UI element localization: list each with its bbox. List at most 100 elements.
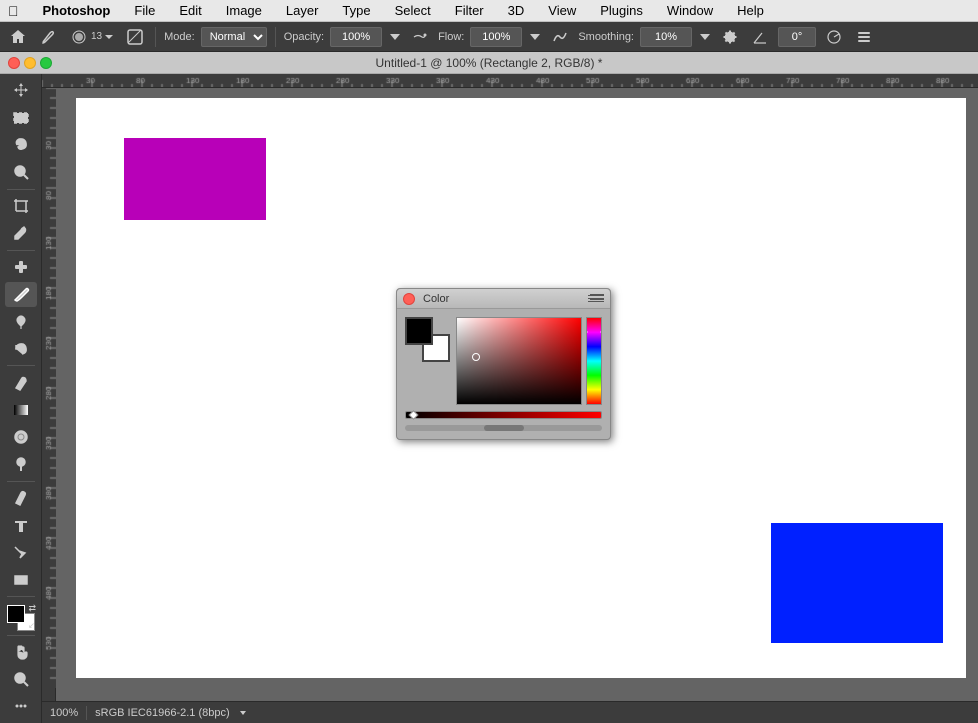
color-picker-cursor — [472, 353, 480, 361]
brush-dropdown-icon — [105, 33, 113, 41]
pen-tool[interactable] — [5, 486, 37, 511]
window-close-button[interactable] — [8, 57, 20, 69]
pressure-button[interactable] — [822, 27, 846, 47]
color-panel: Color — [396, 288, 611, 440]
eraser-tool[interactable] — [5, 370, 37, 395]
menu-filter[interactable]: Filter — [451, 1, 488, 20]
menu-edit[interactable]: Edit — [175, 1, 205, 20]
shape-tool[interactable] — [5, 567, 37, 592]
menu-bar:  Photoshop File Edit Image Layer Type S… — [0, 0, 978, 22]
angle-input[interactable] — [778, 27, 816, 47]
spectrum-left-arrow — [586, 328, 588, 336]
status-bar: 100% sRGB IEC61966-2.1 (8bpc) — [42, 701, 978, 723]
window-title: Untitled-1 @ 100% (Rectangle 2, RGB/8) * — [376, 56, 603, 70]
lasso-tool[interactable] — [5, 132, 37, 157]
menu-3d[interactable]: 3D — [504, 1, 529, 20]
reset-colors-icon[interactable]: ↙ — [27, 621, 37, 631]
type-tool[interactable] — [5, 513, 37, 538]
color-gradient[interactable] — [456, 317, 582, 405]
mode-label: Mode: — [164, 31, 195, 43]
zoom-level: 100% — [50, 707, 78, 719]
tool-separator-3 — [7, 365, 35, 366]
color-strip-handle[interactable] — [409, 410, 419, 420]
airbrush-button[interactable] — [408, 27, 432, 47]
color-selector[interactable]: ⇄ ↙ — [7, 605, 35, 630]
blur-tool[interactable] — [5, 425, 37, 450]
flow-input[interactable] — [470, 27, 522, 47]
fg-bg-area[interactable] — [405, 317, 450, 362]
horizontal-ruler — [42, 74, 978, 88]
options-bar: 13 Mode: Normal Opacity: Flow: Smoothing… — [0, 22, 978, 52]
window-maximize-button[interactable] — [40, 57, 52, 69]
eyedropper-tool[interactable] — [5, 221, 37, 246]
blue-rectangle — [771, 523, 943, 643]
color-panel-scrollbar[interactable] — [405, 425, 602, 431]
brush-tool[interactable] — [5, 282, 37, 307]
menu-select[interactable]: Select — [391, 1, 435, 20]
more-tools-button[interactable] — [5, 694, 37, 719]
settings-button[interactable] — [718, 27, 742, 47]
color-profile: sRGB IEC61966-2.1 (8bpc) — [95, 707, 230, 719]
color-panel-scrollbar-thumb[interactable] — [484, 425, 524, 431]
options-divider-1 — [155, 27, 156, 47]
window-minimize-button[interactable] — [24, 57, 36, 69]
gradient-tool[interactable] — [5, 397, 37, 422]
flow-label: Flow: — [438, 31, 464, 43]
home-button[interactable] — [6, 27, 30, 47]
hand-tool[interactable] — [5, 639, 37, 664]
foreground-color-swatch[interactable] — [7, 605, 25, 623]
color-panel-close-button[interactable] — [403, 293, 415, 305]
zoom-tool[interactable] — [5, 667, 37, 692]
switch-colors-icon[interactable]: ⇄ — [29, 603, 39, 613]
marquee-tool[interactable] — [5, 105, 37, 130]
menu-type[interactable]: Type — [338, 1, 374, 20]
spectrum-gradient — [587, 318, 601, 404]
smoothing-input[interactable] — [640, 27, 692, 47]
canvas-scroll[interactable]: Color — [56, 88, 978, 723]
opacity-input[interactable] — [330, 27, 382, 47]
path-select-tool[interactable] — [5, 540, 37, 565]
quick-select-tool[interactable] — [5, 159, 37, 184]
menu-file[interactable]: File — [130, 1, 159, 20]
mode-select[interactable]: Normal — [201, 27, 267, 47]
color-bottom-bar[interactable] — [405, 411, 602, 419]
opacity-label: Opacity: — [284, 31, 324, 43]
history-brush-tool[interactable] — [5, 336, 37, 361]
purple-rectangle — [124, 138, 266, 220]
tool-separator-2 — [7, 250, 35, 251]
foreground-color-box[interactable] — [405, 317, 433, 345]
move-tool[interactable] — [5, 78, 37, 103]
brush-shape-button[interactable] — [123, 27, 147, 47]
menu-image[interactable]: Image — [222, 1, 266, 20]
menu-photoshop[interactable]: Photoshop — [39, 1, 115, 20]
brush-tool-options-icon[interactable] — [36, 27, 60, 47]
dodge-tool[interactable] — [5, 452, 37, 477]
crop-tool[interactable] — [5, 194, 37, 219]
extra-options-button[interactable] — [852, 27, 876, 47]
menu-window[interactable]: Window — [663, 1, 717, 20]
tool-separator-4 — [7, 481, 35, 482]
color-panel-collapse-button[interactable] — [590, 293, 604, 307]
color-spectrum-bar[interactable] — [586, 317, 602, 405]
opacity-dropdown-icon — [388, 30, 402, 44]
canvas-content: Color — [56, 88, 978, 723]
color-panel-titlebar: Color — [397, 289, 610, 309]
smoothing-dropdown-icon — [698, 30, 712, 44]
color-picker-area — [456, 317, 602, 405]
tool-separator-5 — [7, 596, 35, 597]
menu-layer[interactable]: Layer — [282, 1, 323, 20]
angle-icon-button[interactable] — [748, 27, 772, 47]
menu-help[interactable]: Help — [733, 1, 768, 20]
flow-dropdown-icon — [528, 30, 542, 44]
status-arrow-icon[interactable] — [238, 708, 248, 718]
brush-size-button[interactable]: 13 — [66, 26, 117, 48]
toolbar: ⇄ ↙ — [0, 74, 42, 723]
menu-view[interactable]: View — [544, 1, 580, 20]
spectrum-right-arrow — [600, 328, 602, 336]
main-area: ⇄ ↙ — [0, 74, 978, 723]
clone-stamp-tool[interactable] — [5, 309, 37, 334]
apple-logo:  — [8, 3, 19, 19]
healing-brush-tool[interactable] — [5, 255, 37, 280]
smoothing-icon-button[interactable] — [548, 27, 572, 47]
menu-plugins[interactable]: Plugins — [596, 1, 647, 20]
